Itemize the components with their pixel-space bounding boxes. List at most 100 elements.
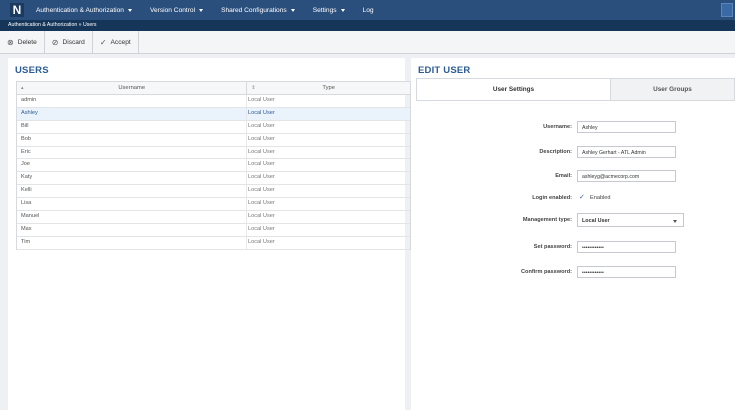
top-nav-bar: N Authentication & Authorization Version… <box>0 0 735 20</box>
users-table-header: ▴ Username ⇕ Type <box>17 82 410 95</box>
username-cell: Max <box>17 223 247 236</box>
login-enabled-checkbox[interactable]: ✓ <box>579 194 585 201</box>
edit-user-panel: EDIT USER User Settings User Groups User… <box>411 58 735 410</box>
login-enabled-row: Login enabled: ✓ Enabled <box>411 191 735 205</box>
username-row: Username: Ashley <box>411 120 735 134</box>
management-type-label: Management type: <box>522 217 572 223</box>
nav-version-control-label: Version Control <box>149 6 196 14</box>
tab-user-groups[interactable]: User Groups <box>611 78 735 100</box>
edit-user-title: EDIT USER <box>418 65 471 76</box>
delete-label: Delete <box>17 38 37 46</box>
app-logo[interactable]: N <box>10 3 24 17</box>
table-row[interactable]: Bob Local User <box>17 133 410 147</box>
type-column-header[interactable]: ⇕ Type <box>247 82 410 94</box>
table-row[interactable]: Bill Local User <box>17 120 410 134</box>
email-field[interactable]: ashleyg@acmecorp.com <box>577 170 676 182</box>
table-row[interactable]: admin Local User <box>17 95 410 108</box>
type-cell: Local User <box>248 238 275 245</box>
username-cell: Joe <box>17 159 247 172</box>
description-field[interactable]: Ashley Gerhart - ATL Admin <box>577 146 676 158</box>
tab-user-settings[interactable]: User Settings <box>416 78 611 100</box>
nav-auth[interactable]: Authentication & Authorization <box>36 7 132 14</box>
table-row[interactable]: Kelli Local User <box>17 185 410 199</box>
type-cell: Local User <box>248 161 275 168</box>
set-password-label: Set password: <box>533 244 572 250</box>
username-cell: Manuel <box>17 211 247 223</box>
chevron-down-icon <box>673 220 677 223</box>
user-menu-button[interactable] <box>721 3 733 17</box>
email-row: Email: ashleyg@acmecorp.com <box>411 169 735 183</box>
username-cell: Katy <box>17 172 247 185</box>
type-cell: Local User <box>248 148 275 155</box>
confirm-password-label: Confirm password: <box>521 269 572 275</box>
login-enabled-value: Enabled <box>590 195 611 201</box>
nav-auth-label: Authentication & Authorization <box>36 6 124 14</box>
type-column-label: Type <box>322 85 335 91</box>
username-cell: admin <box>17 95 247 107</box>
table-row[interactable]: Joe Local User <box>17 159 410 173</box>
nav-version-control[interactable]: Version Control <box>149 6 204 14</box>
accept-button[interactable]: ✓ Accept <box>93 31 139 53</box>
accept-label: Accept <box>110 38 131 46</box>
username-field[interactable]: Ashley <box>577 121 676 133</box>
nav-shared-configurations[interactable]: Shared Configurations <box>221 7 295 14</box>
type-cell: Local User <box>248 174 275 181</box>
nav-log-label: Log <box>362 6 374 14</box>
users-title: USERS <box>15 65 49 76</box>
type-cell: Local User <box>248 122 275 129</box>
username-cell: Bob <box>17 133 247 146</box>
table-row[interactable]: Ashley Local User <box>17 107 410 121</box>
login-enabled-label: Login enabled: <box>532 195 572 201</box>
management-type-value: Local User <box>582 218 610 224</box>
nav-settings-label: Settings <box>312 6 337 14</box>
delete-button[interactable]: ⊗ Delete <box>0 31 45 53</box>
type-cell: Local User <box>248 187 275 194</box>
table-row[interactable]: Max Local User <box>17 223 410 237</box>
discard-label: Discard <box>62 38 85 46</box>
type-cell: Local User <box>248 225 275 232</box>
table-row[interactable]: Eric Local User <box>17 146 410 160</box>
table-row[interactable]: Tim Local User <box>17 236 410 250</box>
type-cell: Local User <box>248 109 275 116</box>
username-column-header[interactable]: ▴ Username <box>17 82 248 94</box>
discard-icon: ⊘ <box>51 37 59 47</box>
username-cell: Ashley <box>17 107 247 120</box>
set-password-row: Set password: •••••••••••• <box>411 240 735 254</box>
chevron-down-icon <box>340 8 345 12</box>
toolbar: ⊗ Delete ⊘ Discard ✓ Accept <box>0 31 735 54</box>
edit-user-tabs: User Settings User Groups <box>416 78 735 101</box>
discard-button[interactable]: ⊘ Discard <box>45 31 93 53</box>
username-label: Username: <box>543 124 572 130</box>
username-cell: Eric <box>17 146 247 159</box>
nav-settings[interactable]: Settings <box>313 7 345 14</box>
management-type-row: Management type: Local User <box>411 213 735 227</box>
users-table-body: admin Local User Ashley Local User Bill Local… <box>17 95 410 250</box>
confirm-password-field[interactable]: •••••••••••• <box>577 266 676 278</box>
users-panel: USERS ▴ Username ⇕ Type admin Local User A… <box>8 58 411 410</box>
type-cell: Local User <box>248 200 275 207</box>
users-table: ▴ Username ⇕ Type admin Local User Ashley L… <box>16 81 411 250</box>
nav-log[interactable]: Log <box>363 7 374 14</box>
description-label: Description: <box>539 149 572 155</box>
username-cell: Tim <box>17 236 247 249</box>
sort-icon: ▴ <box>21 85 24 91</box>
table-row[interactable]: Lisa Local User <box>17 198 410 212</box>
type-cell: Local User <box>248 97 275 103</box>
management-type-select[interactable]: Local User <box>577 213 684 227</box>
description-row: Description: Ashley Gerhart - ATL Admin <box>411 145 735 159</box>
nav-shared-configurations-label: Shared Configurations <box>221 6 287 14</box>
set-password-field[interactable]: •••••••••••• <box>577 241 676 253</box>
table-row[interactable]: Manuel Local User <box>17 211 410 224</box>
chevron-down-icon <box>127 8 132 12</box>
type-cell: Local User <box>248 135 275 142</box>
chevron-down-icon <box>290 8 295 12</box>
username-column-label: Username <box>118 85 146 91</box>
chevron-down-icon <box>199 8 204 12</box>
username-cell: Kelli <box>17 185 247 198</box>
username-cell: Lisa <box>17 198 247 211</box>
email-label: Email: <box>555 173 572 179</box>
username-cell: Bill <box>17 120 247 133</box>
confirm-password-row: Confirm password: •••••••••••• <box>411 265 735 279</box>
breadcrumb: Authentication & Authorization » Users <box>0 20 735 31</box>
table-row[interactable]: Katy Local User <box>17 172 410 186</box>
